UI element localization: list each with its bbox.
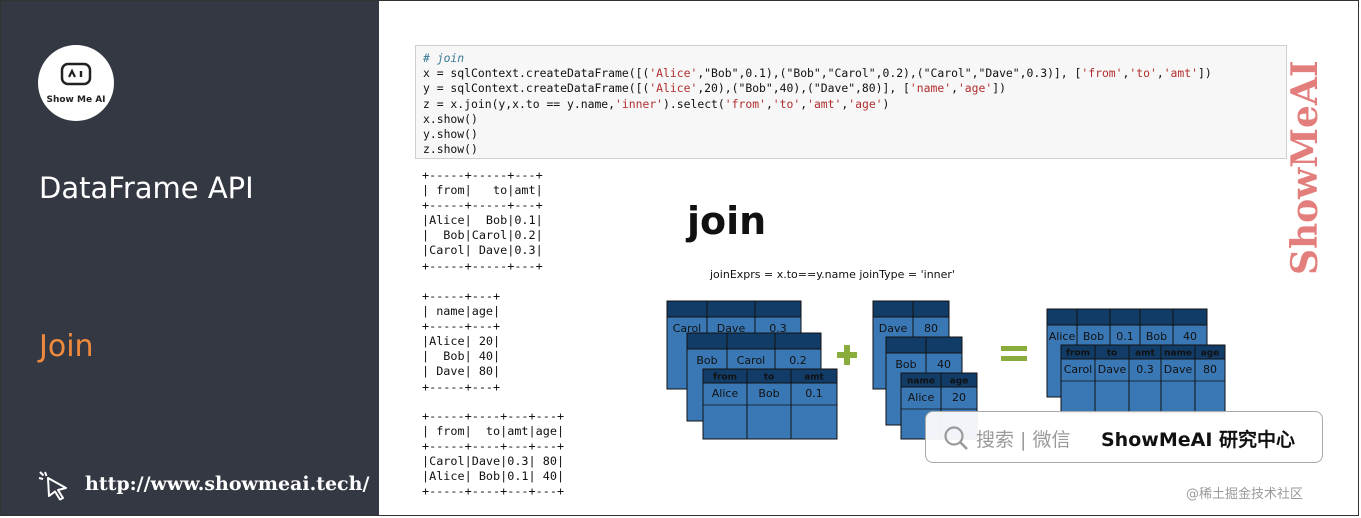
- z-card-front-header-label: to: [1107, 349, 1118, 359]
- x-card-back-bar: [666, 300, 802, 318]
- equals-sign-top: [1001, 346, 1027, 351]
- diagram-title: join: [687, 199, 767, 243]
- x-card-front-header-label: from: [713, 373, 737, 383]
- showmeai-vertical-watermark: ShowMeAI: [1285, 60, 1326, 275]
- z-card-back-cell: Alice: [1049, 330, 1076, 343]
- search-icon: [944, 426, 968, 450]
- x-card-front-cell: 0.1: [805, 387, 823, 400]
- z-card-front-cell: 0.3: [1136, 363, 1154, 376]
- z-card-back-cell: Bob: [1083, 330, 1104, 343]
- join-expression-label: joinExprs = x.to==y.name joinType = 'inn…: [710, 268, 955, 281]
- y-card-back-cell: 80: [924, 322, 938, 335]
- slide: Show Me AI DataFrame API Join http://www…: [0, 0, 1359, 516]
- x-card-mid-cell: Bob: [696, 354, 717, 367]
- z-card-back-bar: [1046, 308, 1208, 326]
- sidebar: Show Me AI DataFrame API Join http://www…: [1, 1, 379, 515]
- z-card-back-cell: 0.1: [1116, 330, 1134, 343]
- x-card-mid-cell: 0.2: [789, 354, 807, 367]
- footer-credit: @稀土掘金技术社区: [1186, 487, 1304, 502]
- y-card-front-header-label: age: [950, 377, 969, 387]
- output-y-table: +-----+---+ | name|age| +-----+---+ |Ali…: [422, 289, 501, 394]
- robot-icon: [60, 62, 92, 86]
- x-card-front-cell: Alice: [712, 387, 739, 400]
- y-card-mid-bar: [885, 336, 963, 354]
- y-card-mid-cell: Bob: [895, 358, 916, 371]
- z-card-front-cell: Carol: [1064, 363, 1093, 376]
- x-card-front-header-label: to: [764, 373, 775, 383]
- z-card-front-cell: Dave: [1164, 363, 1193, 376]
- y-card-front-cell: 20: [952, 391, 966, 404]
- svg-text:ShowMeAI: ShowMeAI: [1285, 60, 1326, 275]
- plus-sign-v: [844, 345, 850, 365]
- x-card-front-header-label: amt: [804, 373, 824, 383]
- wechat-search-badge: 搜索 | 微信 ShowMeAI 研究中心: [925, 411, 1323, 463]
- y-card-back-bar: [872, 300, 950, 318]
- z-card-front-cell: 80: [1203, 363, 1217, 376]
- x-card-mid-cell: Carol: [737, 354, 766, 367]
- output-x-table: +-----+-----+---+ | from| to|amt| +-----…: [422, 168, 543, 273]
- brand-label: ShowMeAI 研究中心: [1101, 429, 1295, 451]
- z-card-front-header-label: amt: [1135, 349, 1155, 359]
- z-card-back-cell: Bob: [1146, 330, 1167, 343]
- z-card-front-header-label: age: [1201, 349, 1220, 359]
- x-card-front-cell: Bob: [758, 387, 779, 400]
- z-card-front-cell: Dave: [1098, 363, 1127, 376]
- slide-subtitle: Join: [39, 329, 94, 364]
- code-text: # join x = sqlContext.createDataFrame([(…: [423, 51, 1212, 157]
- showmeai-logo: Show Me AI: [38, 45, 114, 121]
- logo-text: Show Me AI: [46, 95, 106, 105]
- equals-sign-bottom: [1001, 356, 1027, 361]
- search-label: 搜索 | 微信: [976, 429, 1071, 451]
- y-card-back-cell: Dave: [879, 322, 908, 335]
- slide-title: DataFrame API: [39, 171, 254, 205]
- output-z-table: +-----+----+---+---+ | from| to|amt|age|…: [422, 409, 565, 499]
- x-card-mid-bar: [686, 332, 822, 350]
- z-card-back-cell: 40: [1183, 330, 1197, 343]
- z-card-front-header-label: from: [1066, 349, 1090, 359]
- site-link[interactable]: http://www.showmeai.tech/: [85, 473, 369, 495]
- cursor-click-icon: [38, 471, 67, 501]
- y-card-mid-cell: 40: [937, 358, 951, 371]
- z-card-front-header-label: name: [1164, 349, 1192, 359]
- y-card-front-header-label: name: [907, 377, 935, 387]
- y-card-front-cell: Alice: [908, 391, 935, 404]
- code-cell[interactable]: # join x = sqlContext.createDataFrame([(…: [415, 45, 1287, 159]
